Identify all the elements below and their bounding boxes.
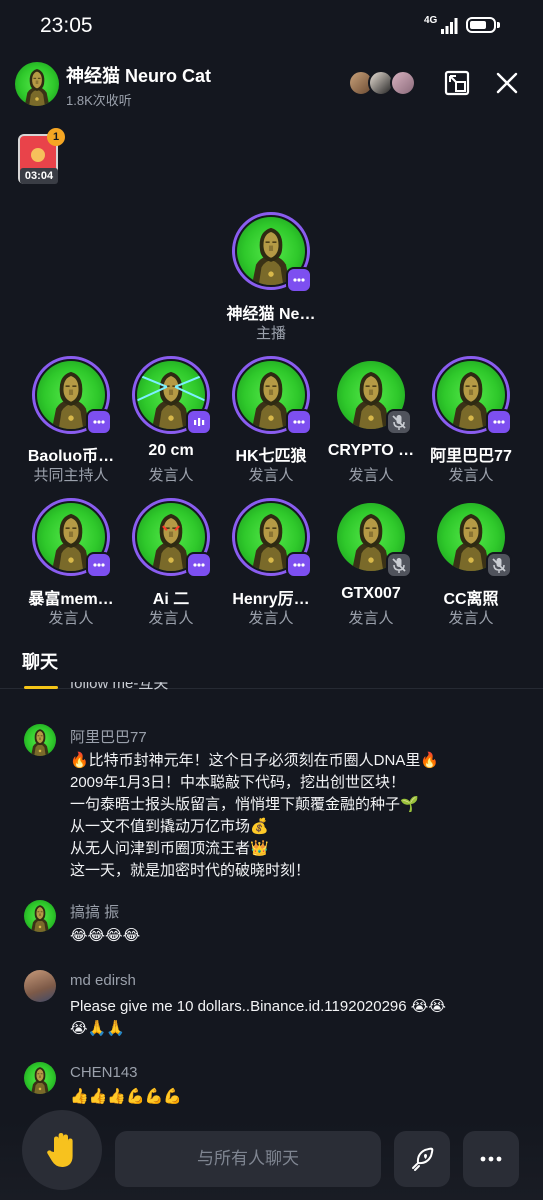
speaker-role: 发言人 [48,610,94,627]
signal-icon [441,18,458,34]
speaker-role: 发言人 [448,467,494,484]
speaker-name: CC离照 [443,591,499,608]
message-text: Please give me 10 dollars..Binance.id.11… [70,998,446,1037]
speaker-role: 共同主持人 [33,467,109,484]
speaker-name: Henry厉… [232,591,310,608]
more-button[interactable] [463,1131,519,1187]
speaker-name: 20 cm [148,442,194,459]
hand-icon [47,1133,73,1168]
rocket-heart-icon [412,1147,434,1171]
tab-chat-indicator [24,686,58,689]
speaker-role: 发言人 [348,467,394,484]
message-username[interactable]: md edirsh [70,972,136,989]
message-avatar[interactable] [24,724,56,756]
message-avatar[interactable] [24,900,56,932]
more-dots-icon [480,1156,502,1162]
battery-icon [466,17,496,33]
more-options-icon[interactable] [286,552,312,578]
more-options-icon[interactable] [86,552,112,578]
speaking-icon [186,409,212,435]
more-options-icon[interactable] [286,267,312,293]
more-options-icon[interactable] [486,409,512,435]
room-avatar[interactable] [15,62,59,106]
red-packet-badge: 1 [47,128,65,146]
more-options-icon[interactable] [286,409,312,435]
status-time: 23:05 [40,14,93,37]
mic-off-icon [386,552,412,578]
host-name: 神经猫 Ne… [226,306,316,323]
speaker-name: Ai 二 [152,591,190,608]
speaker-name: HK七匹狼 [235,448,307,465]
more-options-icon[interactable] [86,409,112,435]
listener-count: 1.8K次收听 [66,93,132,108]
speaker-name: 阿里巴巴77 [430,448,512,465]
chat-input[interactable]: 与所有人聊天 [115,1131,381,1187]
minimize-icon[interactable] [442,68,472,98]
close-icon[interactable] [492,68,522,98]
speaker-role: 发言人 [148,467,194,484]
message-username[interactable]: 阿里巴巴77 [70,726,147,747]
listener-avatar[interactable] [390,70,416,96]
chat-message-partial: follow me-互关 [70,682,169,692]
message-username[interactable]: CHEN143 [70,1064,138,1081]
speaker-role: 发言人 [448,610,494,627]
speaker-role: 发言人 [248,467,294,484]
speaker-name: 暴富mem… [28,591,114,608]
room-title: 神经猫 Neuro Cat [66,66,212,86]
raise-hand-button[interactable] [22,1110,102,1190]
red-packet-timer: 03:04 [20,168,58,184]
speaker-name: Baoluo币… [27,448,115,465]
message-avatar[interactable] [24,970,56,1002]
network-type: 4G [424,15,438,26]
host-role: 主播 [255,325,286,342]
message-text: 👍👍👍💪💪💪 [70,1088,183,1105]
speaker-role: 发言人 [148,610,194,627]
more-options-icon[interactable] [186,552,212,578]
tab-chat[interactable]: 聊天 [22,648,58,674]
battery-tip [497,22,500,28]
message-avatar[interactable] [24,1062,56,1094]
mic-off-icon [386,409,412,435]
message-text: 😂😂😂😂 [70,927,141,944]
message-text: 🔥比特币封神元年！这个日子必须刻在币圈人DNA里🔥 2009年1月3日！中本聪敲… [70,752,440,879]
mic-off-icon [486,552,512,578]
speaker-role: 发言人 [348,610,394,627]
gift-button[interactable] [394,1131,450,1187]
message-username[interactable]: 搞搞 振 [70,901,119,922]
speaker-name: GTX007 [341,585,401,602]
speaker-name: CRYPTO … [327,442,415,459]
speaker-role: 发言人 [248,610,294,627]
